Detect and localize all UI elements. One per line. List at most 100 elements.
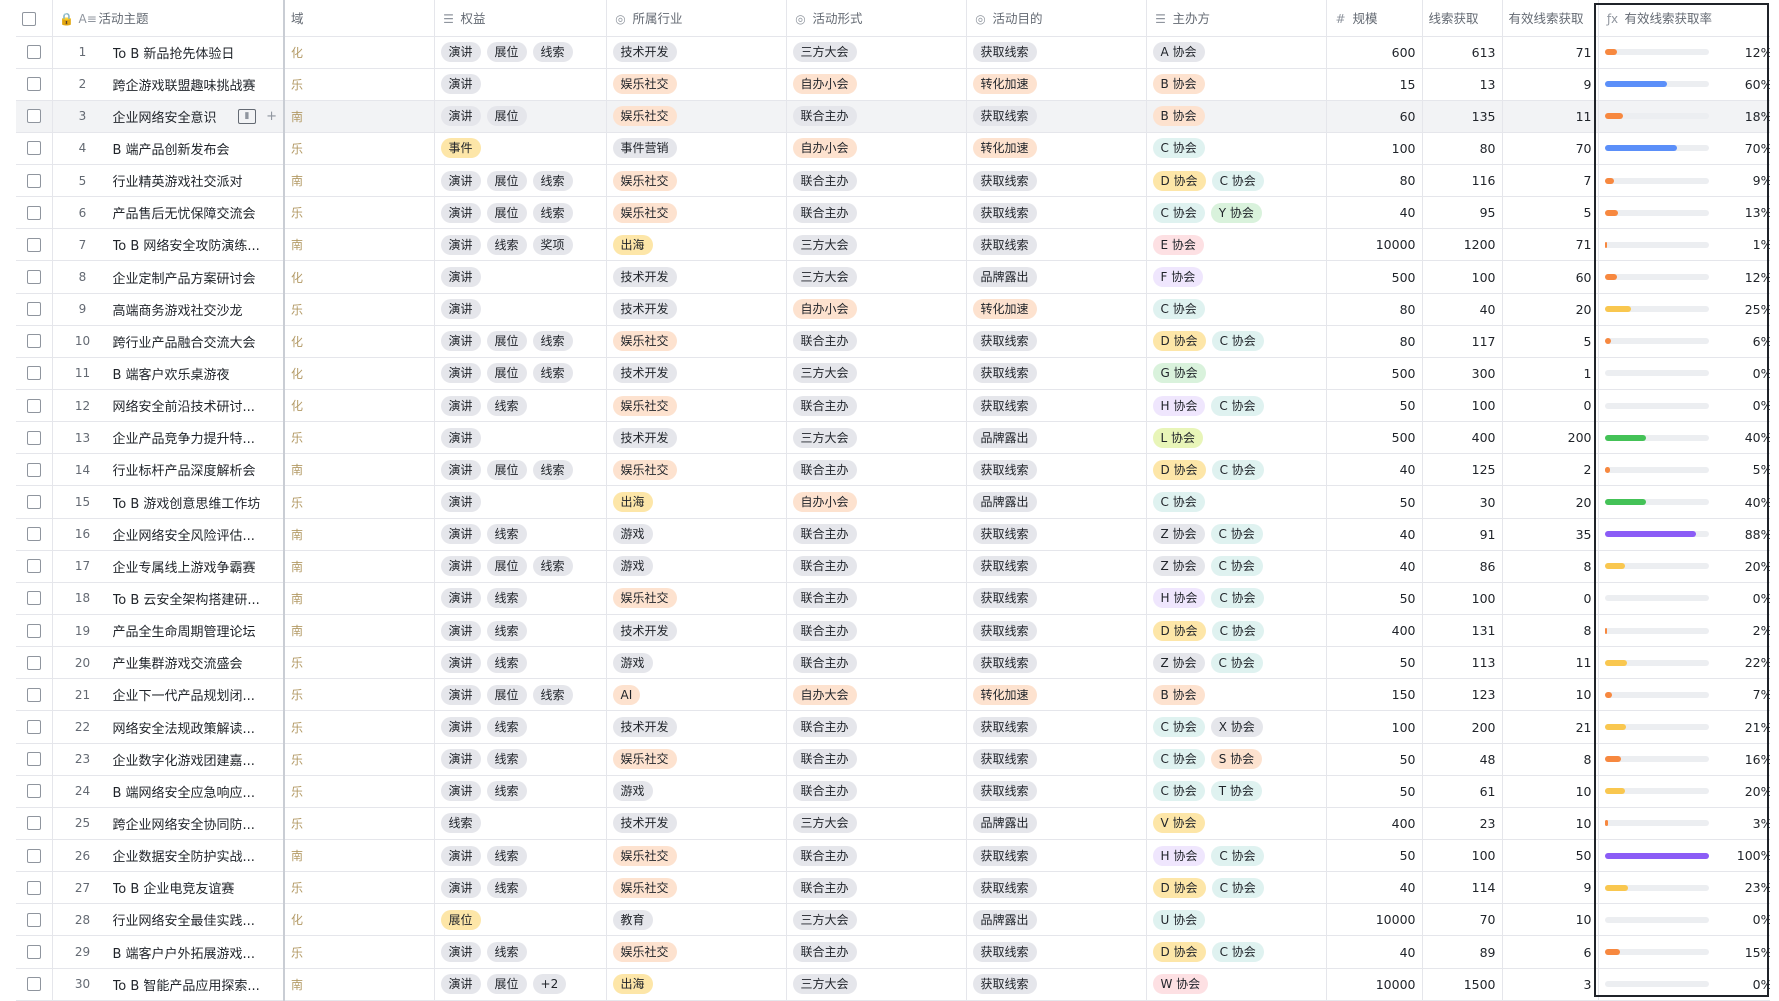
leads-cell[interactable]: 200: [1422, 710, 1503, 744]
scale-cell[interactable]: 50: [1326, 775, 1423, 808]
host-cell[interactable]: C 协会 T 协会: [1146, 775, 1327, 808]
industry-cell[interactable]: 游戏: [606, 518, 787, 551]
valid-leads-cell[interactable]: 20: [1502, 293, 1599, 326]
form-cell[interactable]: 联合主办: [786, 518, 967, 551]
host-cell[interactable]: D 协会 C 协会: [1146, 614, 1327, 648]
table-row[interactable]: 25 跨企业网络安全协同防... 乐 线索 技术开发 三方大会 品牌露出 V 协会 400 23 1…: [16, 807, 1779, 841]
rate-cell[interactable]: 60%: [1598, 68, 1779, 101]
valid-leads-cell[interactable]: 71: [1502, 36, 1599, 69]
benefit-cell[interactable]: 演讲 线索: [434, 646, 607, 680]
table-row[interactable]: 21 企业下一代产品规划闭... 乐演讲 展位 线索 AI 自办大会 转化加速 B 协会 150 1…: [16, 678, 1779, 712]
valid-leads-cell[interactable]: 11: [1502, 646, 1599, 680]
leads-cell[interactable]: 114: [1422, 871, 1503, 905]
leads-cell[interactable]: 30: [1422, 485, 1503, 519]
row-checkbox[interactable]: [26, 173, 41, 188]
scale-cell[interactable]: 50: [1326, 646, 1423, 680]
valid-leads-cell[interactable]: 50: [1502, 839, 1599, 873]
benefit-cell[interactable]: 演讲 线索: [434, 775, 607, 808]
form-cell[interactable]: 联合主办: [786, 743, 967, 776]
row-select-cell[interactable]: [16, 678, 53, 712]
goal-cell[interactable]: 获取线索: [966, 710, 1147, 744]
industry-cell[interactable]: 娱乐社交: [606, 453, 787, 487]
rate-cell[interactable]: 1%: [1598, 228, 1779, 262]
domain-cell[interactable]: 化: [284, 260, 435, 294]
rate-cell[interactable]: 16%: [1598, 743, 1779, 776]
rate-cell[interactable]: 0%: [1598, 357, 1779, 391]
topic-cell[interactable]: 25 跨企业网络安全协同防...: [52, 807, 285, 841]
goal-cell[interactable]: 转化加速: [966, 678, 1147, 712]
form-cell[interactable]: 自办小会: [786, 485, 967, 519]
host-cell[interactable]: B 协会: [1146, 68, 1327, 101]
rate-cell[interactable]: 40%: [1598, 485, 1779, 519]
host-cell[interactable]: D 协会 C 协会: [1146, 325, 1327, 358]
row-checkbox[interactable]: [26, 366, 41, 381]
header-topic[interactable]: 🔒 A≡ 活动主题: [52, 0, 285, 37]
benefit-cell[interactable]: 线索: [434, 807, 607, 841]
benefit-cell[interactable]: 演讲 展位 线索: [434, 550, 607, 583]
rate-cell[interactable]: 22%: [1598, 646, 1779, 680]
row-select-cell[interactable]: [16, 389, 53, 423]
benefit-cell[interactable]: 演讲 线索 奖项: [434, 228, 607, 262]
host-cell[interactable]: U 协会: [1146, 903, 1327, 937]
benefit-cell[interactable]: 演讲: [434, 421, 607, 455]
row-checkbox[interactable]: [26, 270, 41, 285]
scale-cell[interactable]: 15: [1326, 68, 1423, 101]
goal-cell[interactable]: 品牌露出: [966, 260, 1147, 294]
domain-cell[interactable]: 乐: [284, 775, 435, 808]
rate-cell[interactable]: 70%: [1598, 132, 1779, 166]
rate-cell[interactable]: 0%: [1598, 582, 1779, 616]
benefit-cell[interactable]: 演讲 线索: [434, 582, 607, 616]
benefit-cell[interactable]: 演讲 展位 线索: [434, 164, 607, 198]
table-row[interactable]: 8 企业定制产品方案研讨会 化 演讲 技术开发 三方大会 品牌露出 F 协会 500 100 60 1…: [16, 260, 1779, 294]
table-row[interactable]: 29 B 端客户户外拓展游戏... 乐演讲 线索 娱乐社交 联合主办 获取线索 D 协会 C 协…: [16, 935, 1779, 969]
domain-cell[interactable]: 乐: [284, 678, 435, 712]
row-select-cell[interactable]: [16, 903, 53, 937]
row-checkbox[interactable]: [26, 655, 41, 670]
benefit-cell[interactable]: 演讲 展位 线索: [434, 36, 607, 69]
row-hover-tools[interactable]: ▮ +: [237, 108, 282, 124]
valid-leads-cell[interactable]: 2: [1502, 453, 1599, 487]
goal-cell[interactable]: 获取线索: [966, 550, 1147, 583]
row-checkbox[interactable]: [26, 977, 41, 992]
industry-cell[interactable]: 出海: [606, 485, 787, 519]
topic-cell[interactable]: 14 行业标杆产品深度解析会: [52, 453, 285, 487]
goal-cell[interactable]: 品牌露出: [966, 903, 1147, 937]
benefit-cell[interactable]: 演讲 展位 +2: [434, 968, 607, 1001]
topic-cell[interactable]: 21 企业下一代产品规划闭...: [52, 678, 285, 712]
valid-leads-cell[interactable]: 9: [1502, 68, 1599, 101]
industry-cell[interactable]: 技术开发: [606, 614, 787, 648]
topic-cell[interactable]: 2 跨企游戏联盟趣味挑战赛: [52, 68, 285, 101]
row-checkbox[interactable]: [26, 77, 41, 92]
row-checkbox[interactable]: [26, 848, 41, 863]
scale-cell[interactable]: 40: [1326, 550, 1423, 583]
valid-leads-cell[interactable]: 10: [1502, 807, 1599, 841]
row-select-cell[interactable]: [16, 710, 53, 744]
scale-cell[interactable]: 400: [1326, 614, 1423, 648]
domain-cell[interactable]: 乐: [284, 196, 435, 230]
rate-cell[interactable]: 6%: [1598, 325, 1779, 358]
rate-cell[interactable]: 0%: [1598, 389, 1779, 423]
domain-cell[interactable]: 南: [284, 228, 435, 262]
scale-cell[interactable]: 40: [1326, 196, 1423, 230]
topic-cell[interactable]: 18 To B 云安全架构搭建研...: [52, 582, 285, 616]
row-select-cell[interactable]: [16, 614, 53, 648]
industry-cell[interactable]: 技术开发: [606, 807, 787, 841]
form-cell[interactable]: 联合主办: [786, 646, 967, 680]
leads-cell[interactable]: 131: [1422, 614, 1503, 648]
row-select-cell[interactable]: [16, 775, 53, 808]
rate-cell[interactable]: 9%: [1598, 164, 1779, 198]
industry-cell[interactable]: 游戏: [606, 646, 787, 680]
rate-cell[interactable]: 18%: [1598, 100, 1779, 133]
valid-leads-cell[interactable]: 60: [1502, 260, 1599, 294]
leads-cell[interactable]: 23: [1422, 807, 1503, 841]
topic-cell[interactable]: 19 产品全生命周期管理论坛: [52, 614, 285, 648]
row-checkbox[interactable]: [26, 109, 41, 124]
row-select-cell[interactable]: [16, 325, 53, 358]
leads-cell[interactable]: 86: [1422, 550, 1503, 583]
host-cell[interactable]: Z 协会 C 协会: [1146, 550, 1327, 583]
goal-cell[interactable]: 获取线索: [966, 614, 1147, 648]
host-cell[interactable]: C 协会 S 协会: [1146, 743, 1327, 776]
leads-cell[interactable]: 100: [1422, 389, 1503, 423]
row-select-cell[interactable]: [16, 743, 53, 776]
host-cell[interactable]: H 协会 C 协会: [1146, 389, 1327, 423]
